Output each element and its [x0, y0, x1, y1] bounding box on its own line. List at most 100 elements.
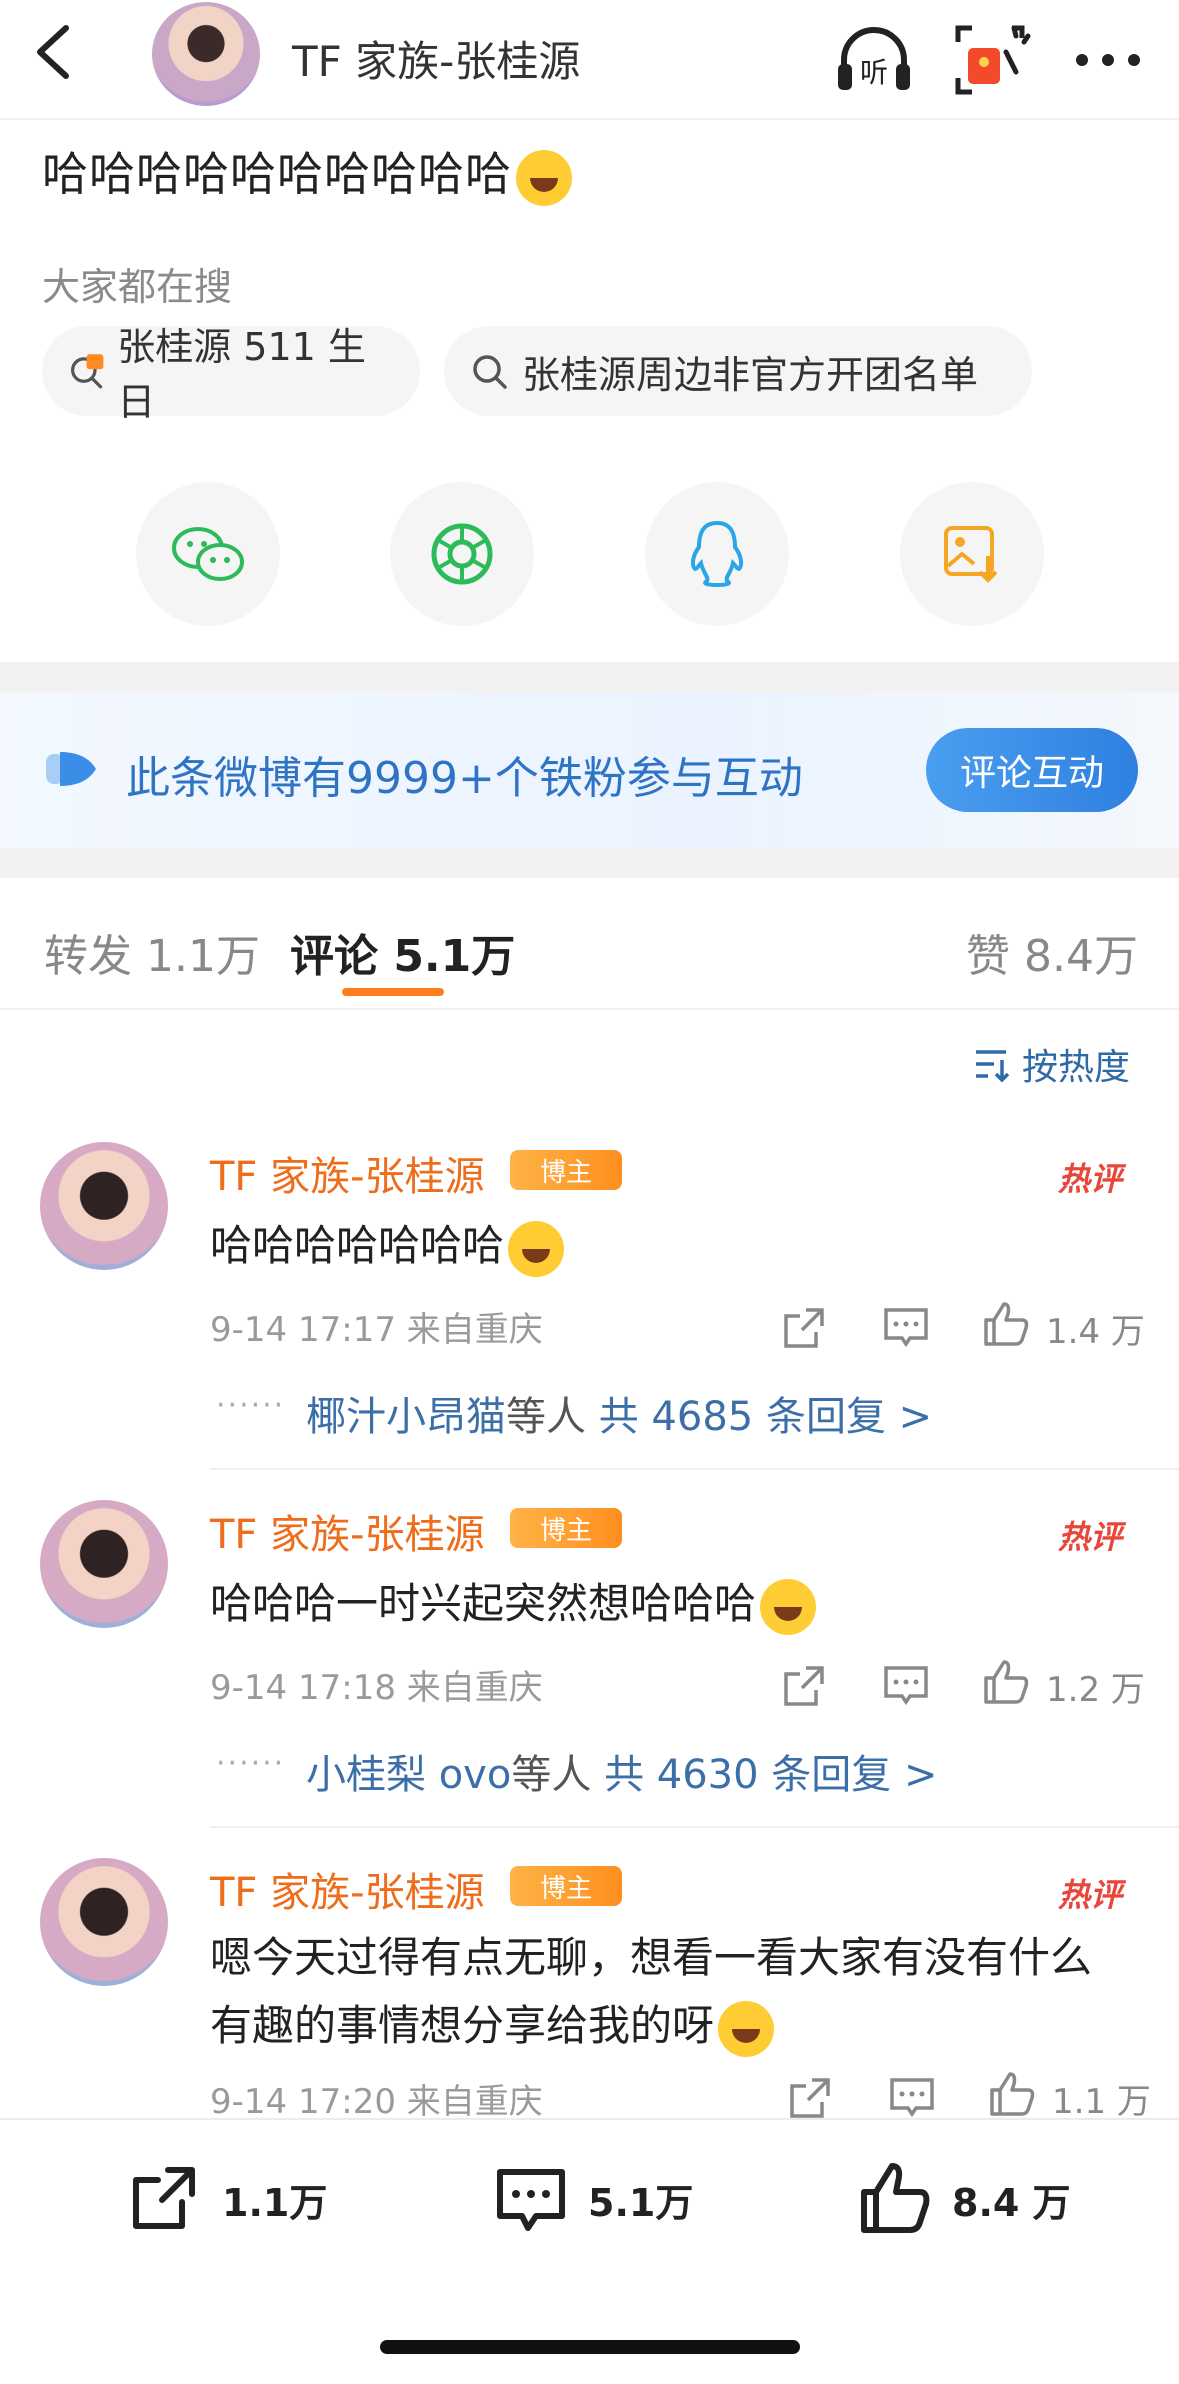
comment-text: 嗯今天过得有点无聊，想看一看大家有没有什么有趣的事情想分享给我的呀	[210, 1924, 1130, 2060]
tab-like[interactable]: 赞 8.4万	[966, 920, 1138, 984]
reply-count: 共 4630 条回复 >	[604, 1752, 938, 1798]
search-icon	[473, 355, 507, 389]
comment-time: 9-14 17:18	[210, 1668, 396, 1708]
red-packet-scan-icon[interactable]	[950, 18, 1034, 102]
commenter-name[interactable]: TF 家族-张桂源	[210, 1860, 485, 1918]
comment-location: 来自重庆	[406, 1310, 543, 1350]
moments-icon	[431, 523, 493, 585]
home-indicator	[380, 2340, 800, 2354]
commenter-avatar[interactable]	[40, 1142, 168, 1270]
reply-comment-icon[interactable]	[882, 1662, 930, 1710]
comment-like-count: 1.2 万	[1046, 1670, 1145, 1710]
share-comment-icon[interactable]	[780, 1662, 828, 1710]
thumbs-up-icon[interactable]	[982, 1300, 1030, 1348]
commenter-name[interactable]: TF 家族-张桂源	[210, 1144, 485, 1202]
post-tabs: 转发 1.1万 评论 5.1万 赞 8.4万	[0, 878, 1179, 1010]
save-image-button[interactable]	[900, 482, 1044, 626]
comment-like-count: 1.1 万	[1052, 2082, 1151, 2122]
hot-search-icon	[71, 354, 104, 389]
comment-interaction-button[interactable]: 评论互动	[926, 728, 1138, 812]
share-comment-icon[interactable]	[780, 1304, 828, 1352]
header-avatar[interactable]	[152, 2, 260, 106]
header-title[interactable]: TF 家族-张桂源	[292, 28, 580, 89]
comment-text-content: 哈哈哈一时兴起突然想哈哈哈	[210, 1579, 757, 1628]
reply-suffix: 等人	[506, 1394, 586, 1440]
comment-text-content: 嗯今天过得有点无聊，想看一看大家有没有什么有趣的事情想分享给我的呀	[210, 1933, 1093, 2050]
replies-dots: ······	[216, 1388, 286, 1423]
comment-location: 来自重庆	[406, 1668, 543, 1708]
blogger-badge: 博主	[510, 1866, 622, 1906]
blogger-badge: 博主	[510, 1150, 622, 1190]
repost-button[interactable]: 1.1万	[126, 2160, 327, 2238]
wechat-icon	[172, 527, 244, 581]
active-tab-indicator	[342, 988, 444, 996]
reply-count: 共 4685 条回复 >	[598, 1394, 933, 1440]
blogger-badge: 博主	[510, 1508, 622, 1548]
search-chip-birthday[interactable]: 张桂源 511 生日	[42, 325, 420, 424]
share-comment-icon[interactable]	[786, 2074, 834, 2122]
comment-divider	[210, 1826, 1179, 1828]
reply-comment-icon[interactable]	[888, 2074, 936, 2122]
fan-badge-icon	[46, 752, 96, 786]
replies-dots: ······	[216, 1746, 286, 1781]
trending-search-title: 大家都在搜	[42, 265, 233, 309]
blush-emoji-icon	[718, 2000, 775, 2057]
sort-toggle[interactable]: 按热度	[972, 1038, 1130, 1090]
post-text-content: 哈哈哈哈哈哈哈哈哈哈	[42, 147, 512, 201]
save-image-icon	[944, 526, 998, 583]
tab-repost[interactable]: 转发 1.1万	[44, 920, 260, 984]
thumbs-up-icon[interactable]	[982, 1658, 1030, 1706]
listen-headphone-icon[interactable]: 听	[832, 18, 916, 102]
chip-label: 张桂源 511 生日	[117, 325, 366, 424]
back-arrow-icon[interactable]	[30, 22, 80, 82]
comment-text: 哈哈哈一时兴起突然想哈哈哈	[210, 1570, 1140, 1638]
repost-count: 1.1万	[222, 2180, 328, 2225]
reply-comment-icon[interactable]	[882, 1304, 930, 1352]
commenter-avatar[interactable]	[40, 1858, 168, 1986]
commenter-avatar[interactable]	[40, 1500, 168, 1628]
search-chip-merch[interactable]: 张桂源周边非官方开团名单	[444, 326, 1032, 416]
comment-meta: 9-14 17:17 来自重庆	[210, 1302, 543, 1351]
thumbs-up-icon[interactable]	[988, 2070, 1036, 2118]
tab-comment[interactable]: 评论 5.1万	[290, 920, 515, 984]
grin-emoji-icon	[760, 1578, 817, 1635]
hot-comment-tag: 热评	[1058, 1876, 1123, 1914]
comment-count: 5.1万	[588, 2180, 694, 2225]
commenter-name[interactable]: TF 家族-张桂源	[210, 1502, 485, 1560]
qq-icon	[690, 520, 744, 588]
share-moments-button[interactable]	[390, 482, 534, 626]
share-wechat-button[interactable]	[136, 482, 280, 626]
post-text: 哈哈哈哈哈哈哈哈哈哈	[42, 138, 572, 206]
sort-label: 按热度	[1022, 1047, 1131, 1088]
section-gap	[0, 848, 1179, 878]
share-qq-button[interactable]	[645, 482, 789, 626]
comment-button[interactable]: 5.1万	[492, 2160, 693, 2238]
comment-time: 9-14 17:17	[210, 1310, 396, 1350]
like-icon	[861, 2163, 930, 2233]
comment-text-content: 哈哈哈哈哈哈哈	[210, 1221, 505, 1270]
banner-text: 此条微博有9999+个铁粉参与互动	[126, 753, 803, 804]
comment-time: 9-14 17:20	[210, 2082, 396, 2122]
listen-label: 听	[860, 56, 888, 89]
hot-comment-tag: 热评	[1058, 1518, 1123, 1556]
repost-icon	[133, 2167, 195, 2229]
section-gap	[0, 662, 1179, 692]
hot-comment-tag: 热评	[1058, 1160, 1123, 1198]
comment-divider	[210, 1468, 1179, 1470]
comment-meta: 9-14 17:18 来自重庆	[210, 1660, 543, 1709]
view-replies-link[interactable]: 小桂梨 ovo等人 共 4630 条回复 >	[306, 1742, 938, 1800]
comment-meta: 9-14 17:20 来自重庆	[210, 2074, 543, 2123]
fan-interaction-banner[interactable]: 此条微博有9999+个铁粉参与互动 评论互动	[0, 692, 1179, 848]
view-replies-link[interactable]: 椰汁小昂猫等人 共 4685 条回复 >	[306, 1384, 932, 1442]
more-icon[interactable]	[1066, 18, 1150, 102]
reply-users: 椰汁小昂猫	[306, 1394, 506, 1440]
like-button[interactable]: 8.4 万	[856, 2160, 1071, 2238]
laugh-cry-emoji-icon	[516, 149, 572, 206]
like-count: 8.4 万	[952, 2180, 1071, 2225]
comment-text: 哈哈哈哈哈哈哈	[210, 1212, 1140, 1280]
chip-label: 张桂源周边非官方开团名单	[522, 352, 979, 397]
laugh-cry-emoji-icon	[508, 1220, 565, 1277]
reply-users: 小桂梨 ovo	[306, 1752, 512, 1798]
reply-suffix: 等人	[511, 1752, 592, 1798]
comment-icon	[497, 2169, 565, 2231]
